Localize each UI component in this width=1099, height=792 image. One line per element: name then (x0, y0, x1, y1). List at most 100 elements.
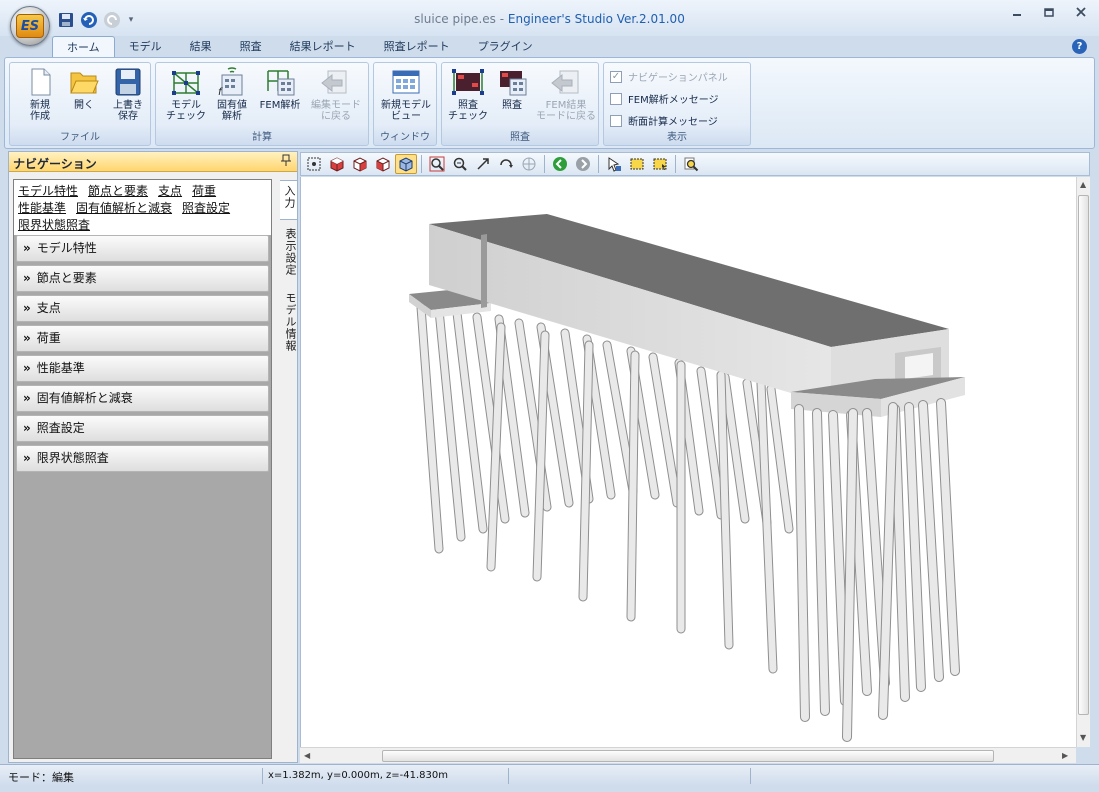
scroll-left-icon[interactable]: ◀ (304, 751, 310, 760)
restore-icon[interactable] (1039, 6, 1059, 22)
tab-home[interactable]: ホーム (52, 36, 115, 58)
navigation-header: ナビゲーション (9, 152, 297, 172)
nav-section-supports[interactable]: » 支点 (16, 295, 269, 322)
nav-link-limit-state[interactable]: 限界状態照査 (18, 218, 90, 232)
new-document-icon (31, 68, 51, 96)
nav-link-nodes-elements[interactable]: 節点と要素 (88, 184, 148, 198)
scroll-down-icon[interactable]: ▼ (1080, 733, 1086, 742)
nav-panel-checkbox[interactable]: ✓ (610, 70, 622, 83)
scroll-right-icon[interactable]: ▶ (1062, 751, 1068, 760)
tab-result-report[interactable]: 結果レポート (276, 36, 370, 58)
viewport-vertical-scrollbar[interactable]: ▲ ▼ (1076, 177, 1090, 747)
fem-analysis-label: FEM解析 (259, 100, 301, 111)
horizontal-scroll-thumb[interactable] (382, 750, 994, 762)
navigation-body: モデル特性 節点と要素 支点 荷重 性能基準 固有値解析と減衰 照査設定 限界状態照査 »… (13, 179, 272, 759)
scroll-up-icon[interactable]: ▲ (1080, 180, 1086, 189)
close-icon[interactable] (1071, 6, 1091, 22)
select-box2-icon[interactable] (649, 154, 671, 174)
nav-section-label: 照査設定 (36, 421, 85, 435)
chevron-right-icon: » (23, 271, 31, 285)
check-button[interactable]: 照査 (492, 67, 532, 111)
nav-section-nodes-elements[interactable]: » 節点と要素 (16, 265, 269, 292)
side-tab-display-settings[interactable]: 表示設定 (280, 228, 298, 288)
cube-perspective-icon[interactable] (395, 154, 417, 174)
nav-link-area: モデル特性 節点と要素 支点 荷重 性能基準 固有値解析と減衰 照査設定 限界状態照査 (14, 180, 271, 235)
section-message-checkbox[interactable] (610, 114, 622, 127)
tab-model[interactable]: モデル (115, 36, 176, 58)
side-tab-model-info[interactable]: モデル情報 (280, 292, 298, 362)
back-to-edit-mode-button[interactable]: 編集モード に戻る (308, 67, 364, 122)
nav-link-loads[interactable]: 荷重 (192, 184, 216, 198)
nav-link-performance[interactable]: 性能基準 (18, 201, 66, 215)
forward-icon[interactable] (572, 154, 594, 174)
window-title: sluice pipe.es - Engineer's Studio Ver.2… (0, 12, 1099, 26)
nav-link-eigen[interactable]: 固有値解析と減衰 (76, 201, 172, 215)
display-group: ✓ ナビゲーションパネル FEM解析メッセージ 断面計算メッセージ 表示 (603, 62, 751, 146)
new-file-button[interactable]: 新規 作成 (20, 67, 60, 122)
pile (487, 323, 505, 571)
new-model-view-button[interactable]: 新規モデル ビュー (378, 67, 434, 122)
ribbon: 新規 作成 開く 上書き 保存 ファイル モデル チェック f 固有値 解析 F… (4, 57, 1095, 149)
title-bar: ▾ sluice pipe.es - Engineer's Studio Ver… (0, 0, 1099, 36)
check-check-button[interactable]: 照査 チェック (448, 67, 488, 122)
model-viewport[interactable] (300, 177, 1076, 747)
cube-front-icon[interactable] (349, 154, 371, 174)
rotate-icon[interactable] (495, 154, 517, 174)
nav-panel-toggle[interactable]: ✓ ナビゲーションパネル (610, 69, 728, 84)
eigen-analysis-button[interactable]: f 固有値 解析 (212, 67, 252, 122)
open-file-button[interactable]: 開く (64, 67, 104, 111)
check-check-icon (452, 69, 484, 95)
new-file-label-2: 作成 (30, 111, 50, 122)
select-all-icon[interactable] (303, 154, 325, 174)
nav-section-performance[interactable]: » 性能基準 (16, 355, 269, 382)
pin-icon[interactable] (281, 154, 291, 169)
zoom-window-icon[interactable] (426, 154, 448, 174)
nav-link-model-props[interactable]: モデル特性 (18, 184, 78, 198)
back-to-fem-result-button[interactable]: FEM結果 モードに戻る (536, 67, 596, 122)
back-icon[interactable] (549, 154, 571, 174)
tab-check-report[interactable]: 照査レポート (370, 36, 464, 58)
fem-analysis-button[interactable]: FEM解析 (258, 67, 302, 111)
tab-results[interactable]: 結果 (176, 36, 226, 58)
application-button[interactable]: ES (10, 6, 50, 46)
save-file-label-1: 上書き (113, 100, 143, 111)
back-to-fem-label-2: モードに戻る (536, 111, 596, 122)
viewport-horizontal-scrollbar[interactable]: ◀ ▶ (300, 747, 1076, 763)
tab-check[interactable]: 照査 (226, 36, 276, 58)
product-name: Engineer's Studio Ver.2.01.00 (507, 12, 685, 26)
nav-section-model-props[interactable]: » モデル特性 (16, 235, 269, 262)
help-icon[interactable]: ? (1072, 39, 1087, 54)
fem-message-toggle[interactable]: FEM解析メッセージ (610, 91, 719, 106)
nav-link-check-settings[interactable]: 照査設定 (182, 201, 230, 215)
nav-section-eigen[interactable]: » 固有値解析と減衰 (16, 385, 269, 412)
toolbar-separator (544, 155, 545, 173)
section-message-toggle[interactable]: 断面計算メッセージ (610, 113, 718, 128)
pile (813, 409, 829, 715)
vertical-scroll-thumb[interactable] (1078, 195, 1089, 715)
cube-iso-icon[interactable] (326, 154, 348, 174)
nav-section-check-settings[interactable]: » 照査設定 (16, 415, 269, 442)
nav-section-limit-state[interactable]: » 限界状態照査 (16, 445, 269, 472)
fem-message-checkbox[interactable] (610, 92, 622, 105)
side-tab-input[interactable]: 入力 (280, 180, 298, 220)
cube-side-icon[interactable] (372, 154, 394, 174)
chevron-right-icon: » (23, 331, 31, 345)
model-check-button[interactable]: モデル チェック (166, 67, 206, 122)
new-view-icon (392, 70, 420, 94)
nav-section-loads[interactable]: » 荷重 (16, 325, 269, 352)
nav-link-supports[interactable]: 支点 (158, 184, 182, 198)
fit-arrow-icon[interactable] (472, 154, 494, 174)
pan-icon[interactable] (518, 154, 540, 174)
piles-front (794, 398, 960, 742)
select-box-icon[interactable] (626, 154, 648, 174)
new-model-view-label-1: 新規モデル (381, 100, 431, 111)
nav-section-label: 固有値解析と減衰 (36, 391, 133, 405)
save-file-button[interactable]: 上書き 保存 (108, 67, 148, 122)
minimize-icon[interactable] (1007, 6, 1027, 22)
zoom-out-icon[interactable] (449, 154, 471, 174)
status-mode: モード：編集 (8, 771, 74, 784)
pointer-icon[interactable] (603, 154, 625, 174)
tab-plugin[interactable]: プラグイン (464, 36, 547, 58)
fem-message-label: FEM解析メッセージ (628, 95, 719, 106)
find-icon[interactable] (680, 154, 702, 174)
